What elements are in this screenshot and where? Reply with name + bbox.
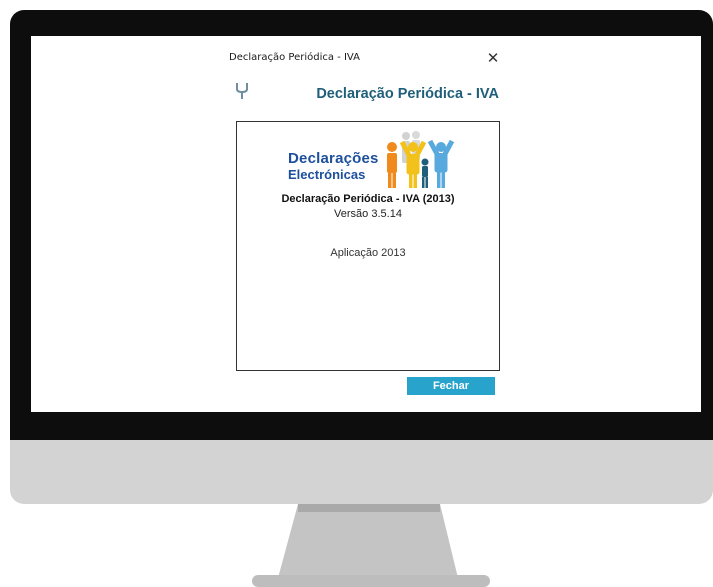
logo-text-line1: Declarações <box>288 150 379 167</box>
application-year: Aplicação 2013 <box>330 247 406 259</box>
monitor-screen: Declaração Periódica - IVA ✕ Declaração … <box>31 36 701 412</box>
declaracoes-electronicas-logo: Declarações Electrónicas <box>282 130 462 190</box>
dialog-heading: Declaração Periódica - IVA <box>316 86 499 102</box>
family-figures-icon <box>387 131 455 188</box>
about-panel: Declarações Electrónicas Declaração Peri… <box>236 121 500 371</box>
window-title: Declaração Periódica - IVA <box>229 52 360 63</box>
application-version: Versão 3.5.14 <box>334 208 402 220</box>
title-bar[interactable]: Declaração Periódica - IVA ✕ <box>227 46 507 72</box>
close-icon[interactable]: ✕ <box>482 48 504 68</box>
application-name: Declaração Periódica - IVA (2013) <box>281 193 455 205</box>
close-button[interactable]: Fechar <box>407 377 495 395</box>
logo-text-line2: Electrónicas <box>288 167 366 182</box>
about-dialog: Declaração Periódica - IVA ✕ Declaração … <box>227 46 507 398</box>
tuning-fork-icon <box>236 83 248 99</box>
